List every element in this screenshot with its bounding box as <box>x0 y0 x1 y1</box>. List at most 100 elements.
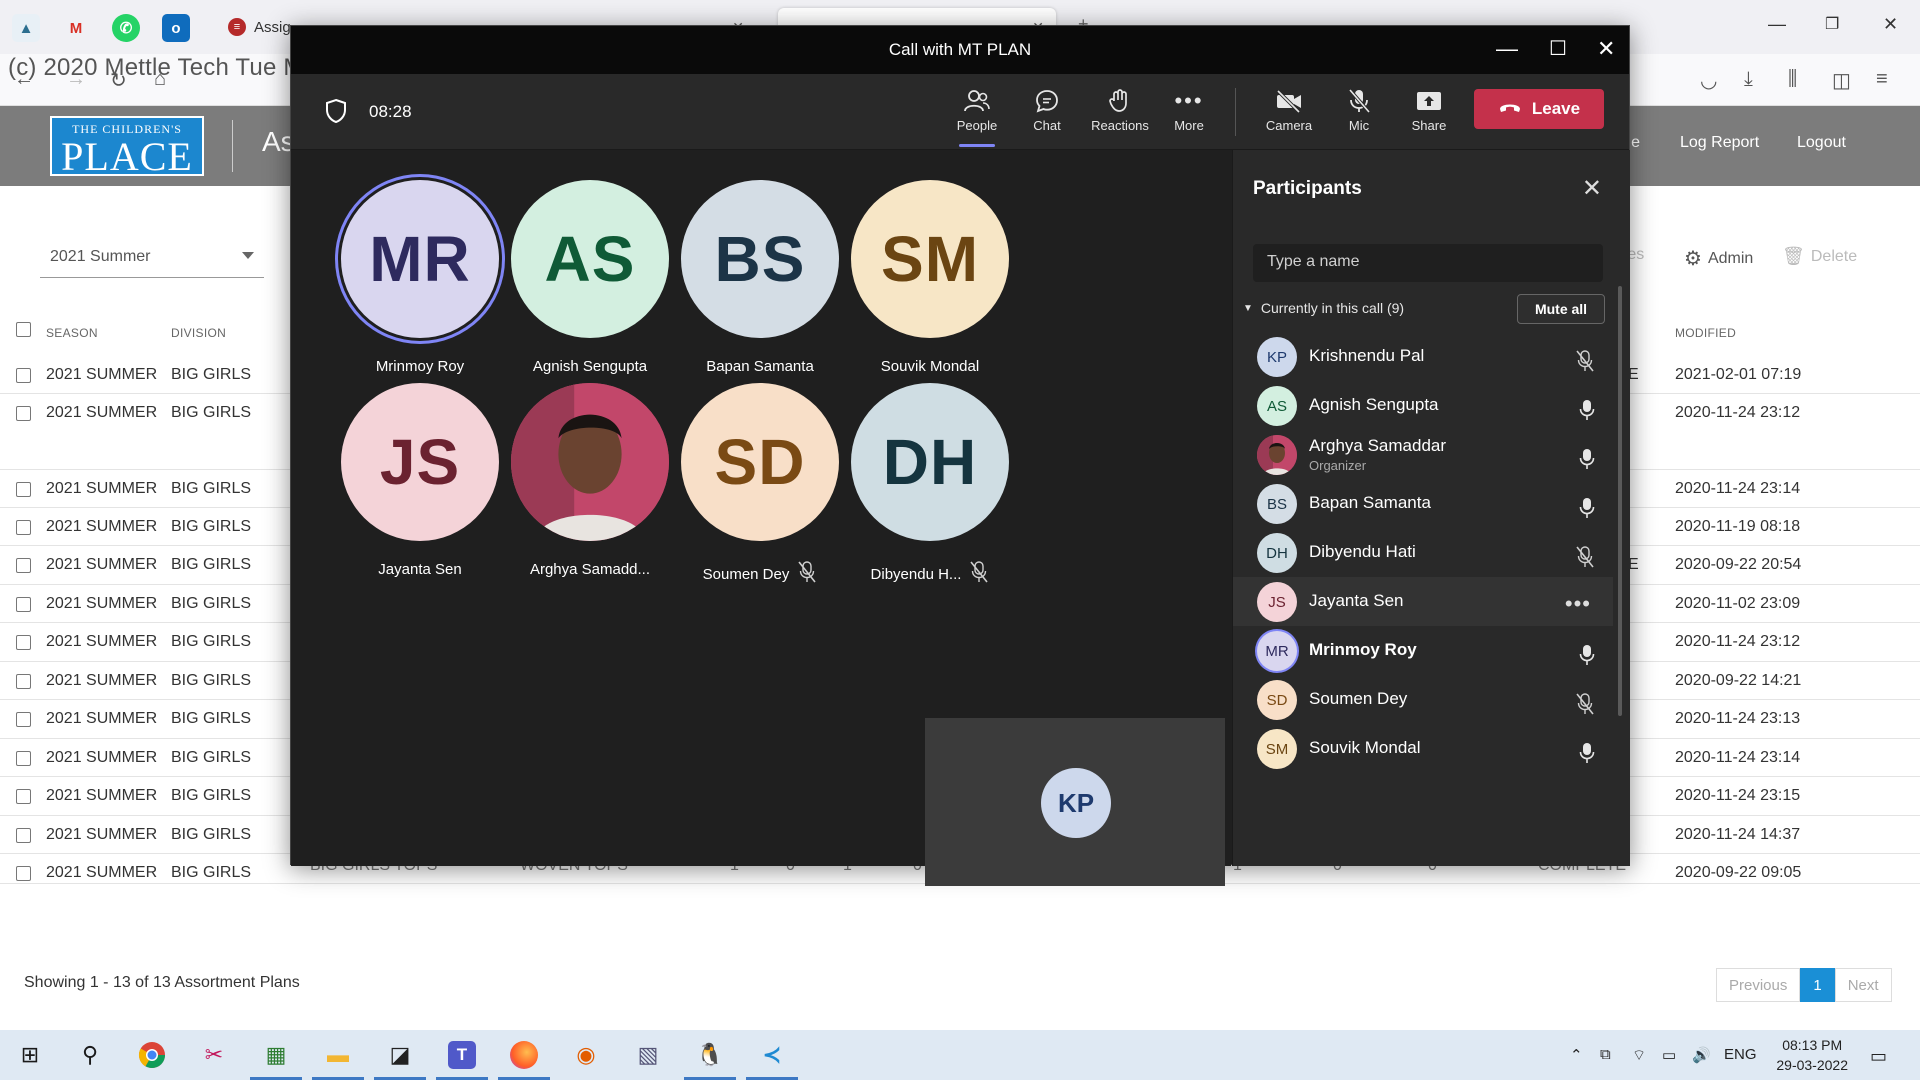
file-explorer-icon[interactable]: ▬ <box>312 1038 364 1080</box>
participant-list-item[interactable]: AS Agnish Sengupta <box>1233 381 1613 430</box>
next-button[interactable]: Next <box>1834 968 1892 1002</box>
participant-list-item[interactable]: JS Jayanta Sen ••• <box>1233 577 1613 626</box>
more-options-icon[interactable]: ••• <box>1565 591 1591 617</box>
menu-icon[interactable]: ≡ <box>1876 68 1888 91</box>
sidebar-icon[interactable]: ◫ <box>1832 68 1851 93</box>
close-icon[interactable]: ✕ <box>1597 36 1615 62</box>
linux-app-icon[interactable]: 🐧 <box>684 1038 736 1080</box>
whatsapp-icon[interactable]: ✆ <box>112 14 140 42</box>
windows-start-icon[interactable]: ⊞ <box>12 1038 48 1072</box>
col-header-modified[interactable]: MODIFIED <box>1675 326 1736 340</box>
minimize-icon[interactable]: — <box>1768 14 1786 35</box>
wifi-icon[interactable]: ⌔ <box>1632 1046 1646 1065</box>
image-app-icon[interactable]: ▧ <box>630 1038 666 1072</box>
leave-button[interactable]: Leave <box>1474 89 1604 129</box>
page-1-button[interactable]: 1 <box>1800 968 1835 1002</box>
gmail-icon[interactable]: M <box>62 14 90 42</box>
maximize-icon[interactable]: ☐ <box>1549 36 1567 61</box>
battery-icon[interactable]: ▭ <box>1662 1046 1676 1064</box>
division-cell: BIG GIRLS <box>171 749 252 766</box>
brand-logo[interactable]: THE CHILDREN'S PLACE <box>50 116 204 177</box>
participant-list-item[interactable]: BS Bapan Samanta <box>1233 479 1613 528</box>
row-checkbox[interactable] <box>16 712 31 727</box>
tab-favicon-icon: ≡ <box>228 18 246 36</box>
modified-cell: 2020-11-24 14:37 <box>1675 826 1801 843</box>
chart-app-icon[interactable]: ▦ <box>250 1038 302 1080</box>
participant-list-item[interactable]: DH Dibyendu Hati <box>1233 528 1613 577</box>
previous-button[interactable]: Previous <box>1716 968 1801 1002</box>
pocket-icon[interactable]: ◡ <box>1700 68 1717 93</box>
participant-list-item[interactable]: MR Mrinmoy Roy <box>1233 626 1613 675</box>
row-checkbox[interactable] <box>16 482 31 497</box>
pinned-site-icon[interactable]: ▲ <box>12 14 40 42</box>
sticky-notes-icon[interactable]: ◪ <box>374 1038 426 1080</box>
participant-tile[interactable]: SM Souvik Mondal <box>830 180 1030 375</box>
row-checkbox[interactable] <box>16 751 31 766</box>
nav-log-report[interactable]: Log Report <box>1680 134 1759 152</box>
close-icon[interactable]: ✕ <box>1582 174 1602 203</box>
row-checkbox[interactable] <box>16 406 31 421</box>
row-checkbox[interactable] <box>16 558 31 573</box>
close-icon[interactable]: ✕ <box>1883 14 1898 35</box>
modified-cell: 2021-02-01 07:19 <box>1675 366 1802 383</box>
outlook-icon[interactable]: o <box>162 14 190 42</box>
row-checkbox[interactable] <box>16 789 31 804</box>
nav-logout[interactable]: Logout <box>1797 134 1846 152</box>
delete-button[interactable]: 🗑 Delete <box>1782 246 1857 267</box>
chat-button[interactable]: Chat <box>1015 84 1079 133</box>
participant-avatar: JS <box>341 383 499 541</box>
row-checkbox[interactable] <box>16 597 31 612</box>
people-label: People <box>956 118 998 133</box>
avatar-initials: SD <box>1266 691 1288 709</box>
restore-icon[interactable]: ❐ <box>1825 14 1839 34</box>
row-checkbox[interactable] <box>16 635 31 650</box>
notifications-icon[interactable]: ▭ <box>1870 1046 1887 1067</box>
reactions-button[interactable]: Reactions <box>1082 84 1158 133</box>
participant-search-input[interactable]: Type a name <box>1253 244 1603 282</box>
self-view-tile[interactable]: KP <box>925 718 1225 886</box>
mic-button[interactable]: Mic <box>1327 84 1391 133</box>
camera-button[interactable]: Camera <box>1257 84 1321 133</box>
participant-list-item[interactable]: Arghya Samaddar Organizer <box>1233 430 1613 479</box>
network-adapter-icon[interactable]: ⧉ <box>1600 1046 1611 1063</box>
shield-icon[interactable] <box>325 98 347 129</box>
minimize-icon[interactable]: — <box>1496 36 1518 62</box>
more-button[interactable]: ••• More <box>1157 84 1221 133</box>
in-call-section-toggle[interactable]: ▼ Currently in this call (9) <box>1243 300 1404 316</box>
row-checkbox[interactable] <box>16 866 31 881</box>
modified-cell: 2020-09-22 20:54 <box>1675 556 1802 573</box>
downloads-icon[interactable]: ⤓ <box>1744 68 1753 91</box>
teams-icon[interactable]: T <box>436 1038 488 1080</box>
tab-label: Assig <box>254 18 291 36</box>
participant-list-item[interactable]: SD Soumen Dey <box>1233 675 1613 724</box>
participant-list-name: Souvik Mondal <box>1309 738 1421 757</box>
col-header-division[interactable]: DIVISION <box>171 326 226 340</box>
scrollbar[interactable] <box>1618 286 1622 716</box>
row-checkbox[interactable] <box>16 674 31 689</box>
admin-button[interactable]: ⚙ Admin <box>1684 246 1753 271</box>
search-icon[interactable]: ⚲ <box>72 1038 108 1072</box>
participant-list-item[interactable]: SM Souvik Mondal <box>1233 724 1613 773</box>
vpn-icon[interactable]: ◉ <box>568 1038 604 1072</box>
vscode-icon[interactable]: ≺ <box>746 1038 798 1080</box>
participant-tile[interactable]: DH Dibyendu H... <box>830 383 1030 587</box>
select-all-checkbox[interactable] <box>16 322 31 337</box>
row-checkbox[interactable] <box>16 520 31 535</box>
chevron-up-icon[interactable]: ⌃ <box>1570 1046 1583 1064</box>
row-checkbox[interactable] <box>16 368 31 383</box>
snip-tool-icon[interactable]: ✂ <box>196 1038 232 1072</box>
volume-icon[interactable]: 🔊 <box>1692 1046 1711 1064</box>
people-button[interactable]: People <box>945 84 1009 147</box>
system-clock[interactable]: 08:13 PM 29-03-2022 <box>1776 1035 1848 1075</box>
language-indicator[interactable]: ENG <box>1724 1046 1757 1063</box>
library-icon[interactable]: ⫼ <box>1788 68 1797 91</box>
season-select[interactable]: 2021 Summer <box>40 240 264 278</box>
share-button[interactable]: Share <box>1397 84 1461 133</box>
row-checkbox[interactable] <box>16 828 31 843</box>
mute-all-button[interactable]: Mute all <box>1517 294 1605 324</box>
col-header-season[interactable]: SEASON <box>46 326 98 340</box>
firefox-icon[interactable] <box>498 1038 550 1080</box>
chrome-icon[interactable] <box>134 1038 170 1072</box>
avatar-initials: MR <box>369 223 471 295</box>
participant-list-item[interactable]: KP Krishnendu Pal <box>1233 332 1613 381</box>
